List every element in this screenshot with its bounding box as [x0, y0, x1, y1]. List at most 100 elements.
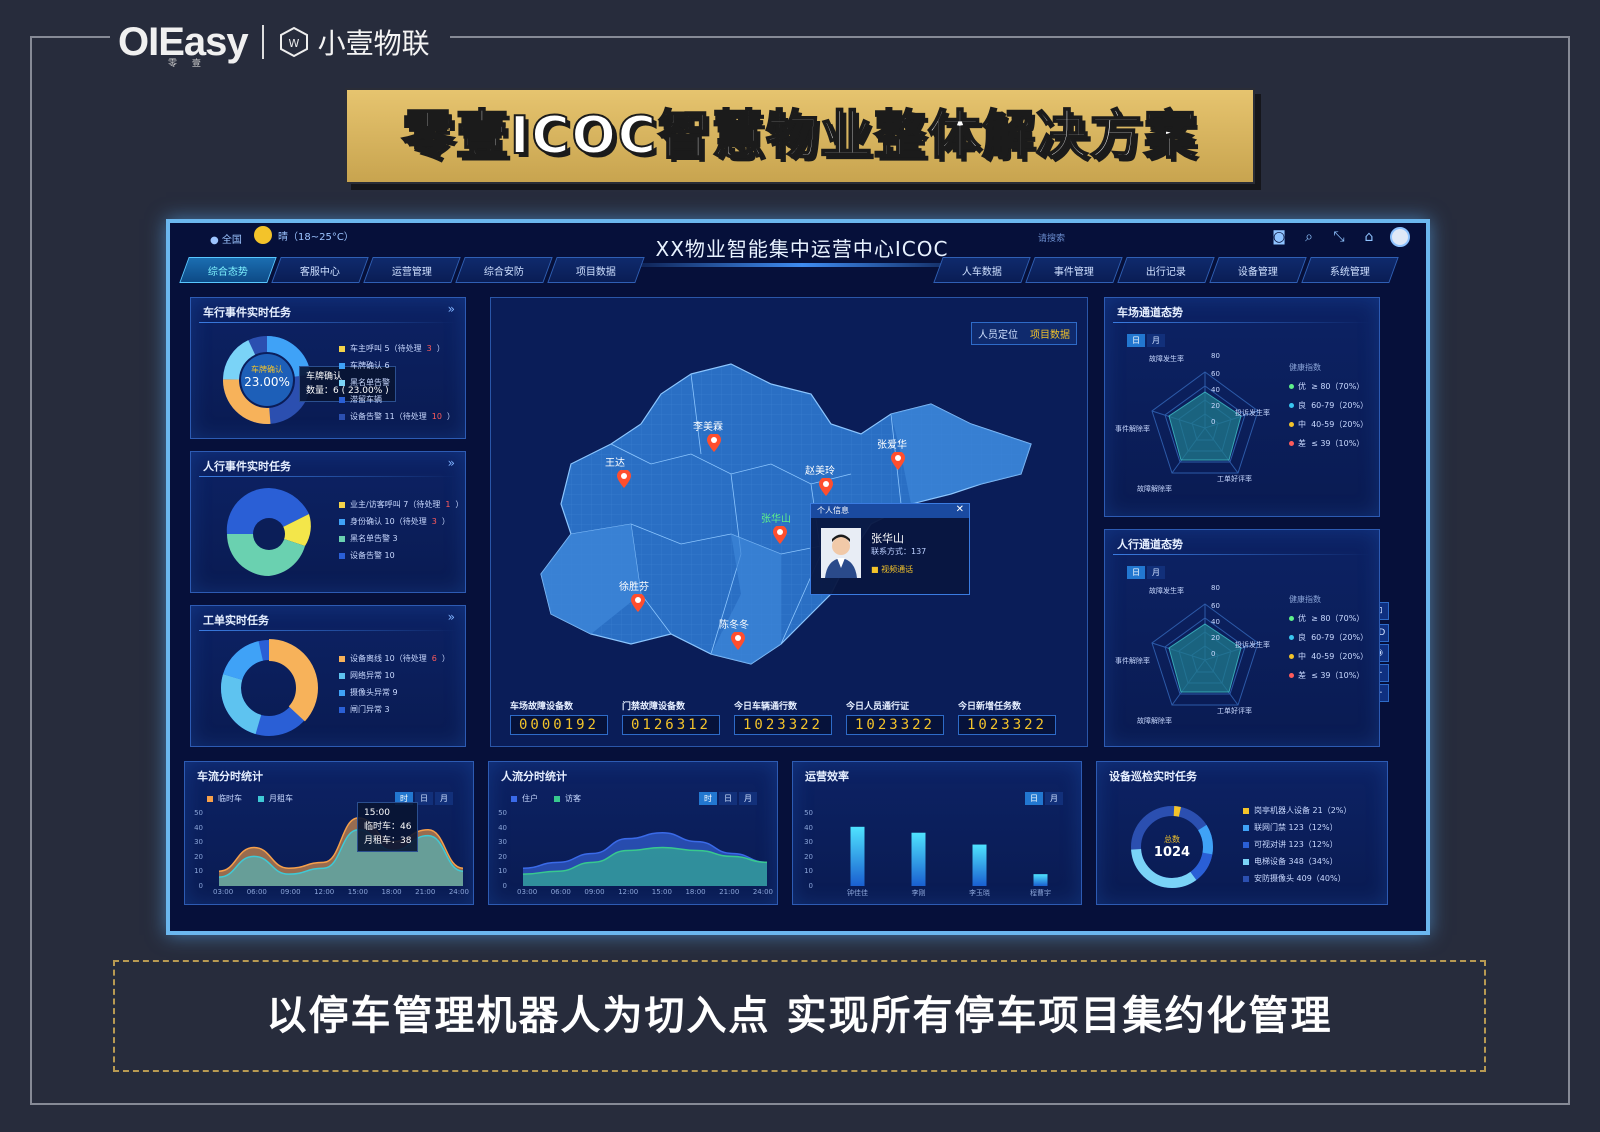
legend-swatch	[339, 655, 345, 662]
counter-label: 今日车辆通行数	[734, 702, 798, 712]
legend-item: 良 60-79（20%）	[1289, 628, 1368, 647]
tab-devices[interactable]: 设备管理	[1209, 257, 1307, 283]
x-tick-label: 李玉晓	[969, 889, 990, 897]
legend-item: 联网门禁 123（12%）	[1243, 819, 1351, 836]
legend-item: 优 ≥ 80（70%）	[1289, 377, 1368, 396]
pin-label: 李美霖	[693, 422, 723, 433]
legend-item: 中 40-59（20%）	[1289, 415, 1368, 434]
tab-day[interactable]: 日	[719, 792, 737, 805]
counter-row: 车场故障设备数 0000192 门禁故障设备数 0126312 今日车辆通行数 102…	[510, 699, 1056, 735]
search-icon[interactable]: ⌕	[1300, 228, 1318, 246]
location-selector[interactable]: ● 全国	[210, 231, 242, 246]
efficiency-bar-chart	[850, 826, 1048, 886]
counter-item: 车场故障设备数 0000192	[510, 699, 608, 735]
traffic-tooltip: 15:00 临时车：46 月租车：38	[357, 802, 419, 852]
day-month-tabs: 日 月	[1127, 566, 1165, 579]
tab-customer-service[interactable]: 客服中心	[271, 257, 369, 283]
counter-value: 1023322	[734, 715, 832, 735]
tab-month[interactable]: 月	[435, 792, 453, 805]
legend-swatch	[339, 706, 345, 713]
close-icon[interactable]: ✕	[956, 504, 964, 515]
toolbar-icons: ◙ ⌕ ⤡ ⌂	[1270, 227, 1410, 247]
expand-icon[interactable]: »	[448, 302, 455, 316]
expand-icon[interactable]: »	[448, 610, 455, 624]
avatar[interactable]	[1390, 227, 1410, 247]
counter-label: 今日人员通行证	[846, 702, 910, 712]
tab-overview[interactable]: 综合态势	[179, 257, 277, 283]
person-events-panel: 人行事件实时任务 » 业主/访客呼叫 7（待处理 1） 身份确认 10（待处理 3）…	[190, 451, 466, 593]
legend-swatch	[339, 413, 345, 420]
legend-swatch	[339, 396, 345, 403]
pin-label: 赵美玲	[805, 466, 835, 477]
map-pin-icon[interactable]	[819, 478, 833, 496]
search-input[interactable]: 请搜索	[1038, 231, 1065, 244]
radar-tick: 60	[1211, 602, 1220, 610]
map-pin-icon[interactable]	[731, 632, 745, 650]
vehicle-legend: 车主呼叫 5（待处理 3） 车牌确认 6 黑名单告警 滞留车辆 设备告警 11（待…	[339, 340, 455, 425]
radar-tick: 80	[1211, 584, 1220, 592]
video-call-label: 视频通话	[881, 565, 914, 574]
panel-title: 人行通道态势	[1117, 538, 1183, 551]
map-pin-icon[interactable]	[707, 434, 721, 452]
caption-box: 以停车管理机器人为切入点 实现所有停车项目集约化管理	[113, 960, 1486, 1072]
radar-tick: 40	[1211, 386, 1220, 394]
person-photo	[821, 528, 861, 578]
radar-tick: 20	[1211, 402, 1220, 410]
radar-tick: 80	[1211, 352, 1220, 360]
collapse-icon[interactable]: ⤡	[1330, 228, 1348, 246]
legend-item: 访客	[554, 790, 581, 807]
x-axis: 钟佳佳 李刚 李玉晓 程曹宇	[827, 888, 1071, 900]
donut-center-label: 车牌确认	[251, 365, 283, 374]
work-orders-panel: 工单实时任务 » 设备离线 10（待处理 6） 网络异常 10 摄像头异常 9 闸…	[190, 605, 466, 747]
tab-day[interactable]: 日	[1127, 566, 1145, 579]
weather: 晴（18~25°C）	[254, 226, 354, 244]
panel-title: 人流分时统计	[501, 770, 567, 783]
legend-item: 住户	[511, 790, 538, 807]
pin-label: 王达	[605, 458, 625, 469]
expand-icon[interactable]: »	[448, 456, 455, 470]
camera-icon[interactable]: ◙	[1270, 228, 1288, 246]
tab-project-data[interactable]: 项目数据	[547, 257, 645, 283]
map-pin-icon[interactable]	[773, 526, 787, 544]
tab-day[interactable]: 日	[1127, 334, 1145, 347]
tab-events[interactable]: 事件管理	[1025, 257, 1123, 283]
pin-label: 张爱华	[877, 440, 907, 451]
map-panel: 人员定位 项目数据 李美霖 王达 赵美玲 张爱华 张华山 徐胜芬 陈冬冬 ⊡	[490, 297, 1389, 747]
map-pin-icon[interactable]	[631, 594, 645, 612]
tab-people-vehicle[interactable]: 人车数据	[933, 257, 1031, 283]
radar-axis-label: 故障发生率	[1149, 587, 1184, 595]
home-icon[interactable]: ⌂	[1360, 228, 1378, 246]
panel-title: 工单实时任务	[203, 614, 269, 627]
counter-label: 车场故障设备数	[510, 702, 574, 712]
y-axis: 50 40 30 20 10 0	[194, 809, 203, 890]
radar-axis-label: 故障发生率	[1149, 355, 1184, 363]
tab-map-project-data[interactable]: 项目数据	[1024, 323, 1076, 344]
tab-operations[interactable]: 运营管理	[363, 257, 461, 283]
map-pin-icon[interactable]	[891, 452, 905, 470]
tab-month[interactable]: 月	[1045, 792, 1063, 805]
legend-item: 优 ≥ 80（70%）	[1289, 609, 1368, 628]
person-radar-chart	[1151, 603, 1259, 706]
vehicle-radar-chart	[1151, 371, 1259, 474]
video-call-button[interactable]: ■ 视频通话	[871, 564, 913, 575]
radar-axis-label: 故障解除率	[1137, 485, 1172, 493]
legend-swatch	[339, 535, 345, 542]
company-name: 小壹物联	[317, 27, 430, 60]
tab-month[interactable]: 月	[1147, 566, 1165, 579]
tab-system[interactable]: 系统管理	[1301, 257, 1399, 283]
tab-month[interactable]: 月	[739, 792, 757, 805]
tab-month[interactable]: 月	[1147, 334, 1165, 347]
legend-item: 黑名单告警	[339, 374, 455, 391]
tab-security[interactable]: 综合安防	[455, 257, 553, 283]
panel-divider	[199, 322, 457, 323]
health-legend: 健康指数 优 ≥ 80（70%） 良 60-79（20%） 中 40-59（20…	[1289, 358, 1368, 453]
frame-top-left	[30, 36, 110, 38]
tab-day[interactable]: 日	[1025, 792, 1043, 805]
people-flow-area-chart	[523, 831, 767, 886]
tab-travel-records[interactable]: 出行记录	[1117, 257, 1215, 283]
map-pin-icon[interactable]	[617, 470, 631, 488]
counter-item: 今日车辆通行数 1023322	[734, 699, 832, 735]
tab-hour[interactable]: 时	[699, 792, 717, 805]
tab-people-location[interactable]: 人员定位	[972, 323, 1024, 344]
caption-text: 以停车管理机器人为切入点 实现所有停车项目集约化管理	[266, 993, 1333, 1039]
